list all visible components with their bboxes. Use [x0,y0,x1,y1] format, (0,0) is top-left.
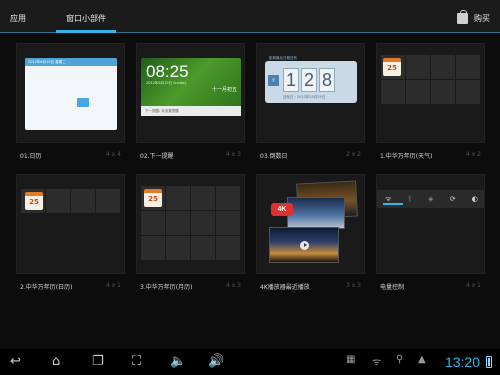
bluetooth-icon: ᛒ [407,195,412,203]
home-icon[interactable]: ⌂ [52,354,60,370]
widget-preview: 08:25 2012年6月19日 Sunday 十一月初五 下一提醒: 未设置提… [136,43,245,143]
widget-size: 4 x 3 [226,151,241,158]
almanac-app-icon: 25 [25,192,43,210]
play-icon [300,241,309,250]
android-debug-icon: ▲ [418,354,426,365]
widget-size: 4 x 4 [106,151,121,158]
countdown-box: 天 1 2 8 目标日 : 2012年03月25日 [265,61,357,103]
reminder-widget-preview: 08:25 2012年6月19日 Sunday 十一月初五 下一提醒: 未设置提… [141,58,241,116]
recent-apps-icon[interactable]: ❐ [92,354,104,370]
calendar-grid: · · · · · · · · · · · · · · · · · · · · · · · · · · · · · · · · · · · … [33,68,109,122]
widget-tile-4k-player-recent[interactable]: 4K 4K播放器最近播放 3 x 3 [256,174,365,309]
widget-tile-next-reminder[interactable]: 08:25 2012年6月19日 Sunday 十一月初五 下一提醒: 未设置提… [136,43,245,178]
almanac-app-icon: 25 [383,58,401,76]
notification-app-icon[interactable]: ▦ [346,354,355,365]
widget-name: 3.中华万年历(月历) [140,284,193,291]
almanac-app-icon: 25 [144,189,162,207]
countdown-footer: 目标日 : 2012年03月25日 [283,95,326,99]
shop-label: 购买 [474,13,490,23]
widget-size: 4 x 1 [106,282,121,289]
shop-button[interactable]: 购买 [457,9,490,26]
shopping-bag-icon [457,9,468,24]
battery-icon [486,356,492,368]
volume-up-icon[interactable]: 🔊 [208,354,224,370]
power-control-widget-preview: ᯤ ᛒ ◈ ⟳ ◐ [377,190,484,208]
usb-icon: ⚲ [396,354,404,365]
widget-name: 02.下一提醒 [140,153,174,160]
calendar-widget-preview: 2012年6月19日 星期二 · · · · · · · · · · · · · · · · · · · · · ·… [25,58,117,130]
widget-preview: 距离最后日期还有 天 1 2 8 目标日 : 2012年03月25日 [256,43,365,143]
status-clock[interactable]: 13:20 [445,354,480,370]
widget-preview: 25 [376,43,485,143]
widget-tile-almanac-weather[interactable]: 25 1.中华万年历(天气) 4 x 2 [376,43,485,178]
countdown-digit: 2 [301,68,317,92]
reminder-lunar-date: 十一月初五 [211,87,237,93]
widget-tile-power-control[interactable]: ᯤ ᛒ ◈ ⟳ ◐ 电量控制 4 x 1 [376,174,485,309]
wifi-active-indicator [383,203,403,205]
countdown-digit: 1 [283,68,299,92]
countdown-widget-preview: 距离最后日期还有 天 1 2 8 目标日 : 2012年03月25日 [265,56,357,110]
countdown-digit: 8 [319,68,335,92]
system-navigation-bar: ↩ ⌂ ❐ ⛶ 🔈 🔊 ▦ ᯤ ⚲ ▲ 13:20 [0,349,500,375]
widget-size: 3 x 3 [346,282,361,289]
widget-preview: 25 [136,174,245,274]
countdown-tag: 天 [268,75,279,86]
reminder-bar: 下一提醒: 未设置提醒 [141,106,241,116]
widget-size: 2 x 2 [346,151,361,158]
4k-player-logo: 4K [271,203,293,216]
widget-tile-countdown[interactable]: 距离最后日期还有 天 1 2 8 目标日 : 2012年03月25日 03.倒数… [256,43,365,178]
tab-widgets[interactable]: 窗口小部件 [66,13,106,24]
widget-name: 1.中华万年历(天气) [380,153,433,160]
video-thumbnail [287,197,345,229]
video-thumbnail [269,227,339,263]
calendar-header: 2012年6月19日 星期二 [25,58,117,66]
widget-tile-almanac-month[interactable]: 25 3.中华万年历(月历) 4 x 3 [136,174,245,309]
widget-size: 4 x 2 [466,151,481,158]
volume-down-icon[interactable]: 🔈 [170,354,186,370]
gps-icon: ◈ [428,195,434,203]
widget-name: 电量控制 [380,284,405,291]
wifi-status-icon: ᯤ [372,357,382,368]
countdown-digits: 1 2 8 [283,68,335,92]
widget-tile-almanac-calendar[interactable]: 25 2.中华万年历(日历) 4 x 1 [16,174,125,309]
top-action-bar: 应用 窗口小部件 购买 [0,0,500,33]
widget-preview: 2012年6月19日 星期二 · · · · · · · · · · · · · · · · · · · · · ·… [16,43,125,143]
sync-icon: ⟳ [449,195,456,203]
widget-name: 01.日历 [20,153,42,160]
brightness-icon: ◐ [471,195,478,203]
reminder-date: 2012年6月19日 Sunday [146,81,187,85]
widget-size: 4 x 3 [226,282,241,289]
screenshot-icon[interactable]: ⛶ [132,354,141,370]
widget-name: 03.倒数日 [260,153,288,160]
widget-name: 2.中华万年历(日历) [20,284,73,291]
back-icon[interactable]: ↩ [10,354,21,370]
widget-preview: 25 [16,174,125,274]
tab-apps[interactable]: 应用 [10,13,26,24]
widget-name: 4K播放器最近播放 [260,284,310,291]
reminder-time: 08:25 [146,62,189,81]
tab-selected-indicator [56,30,116,33]
widget-tile-calendar[interactable]: 2012年6月19日 星期二 · · · · · · · · · · · · · · · · · · · · · ·… [16,43,125,178]
widget-size: 4 x 1 [466,282,481,289]
widget-preview: ᯤ ᛒ ◈ ⟳ ◐ [376,174,485,274]
widget-preview: 4K [256,174,365,274]
